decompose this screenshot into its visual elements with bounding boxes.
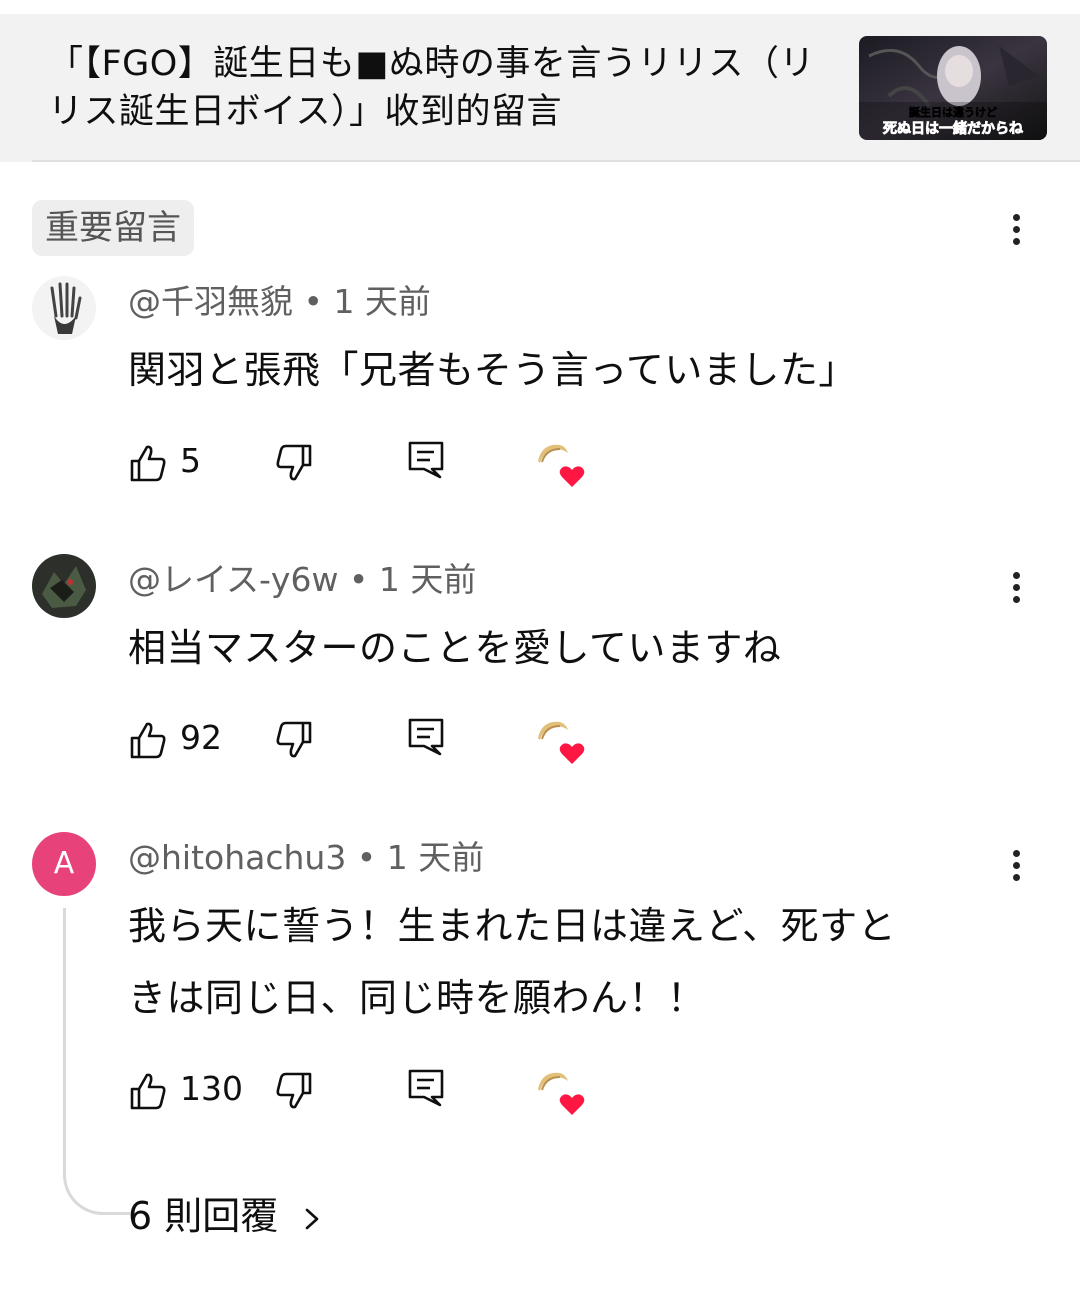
like-count: 5 <box>180 441 201 480</box>
comment-author[interactable]: @hitohachu3 • 1 天前 <box>128 836 484 880</box>
more-vert-icon[interactable] <box>996 834 1036 894</box>
thumbnail-caption-1: 誕生日は違うけど <box>909 105 997 119</box>
creator-heart-icon <box>538 721 585 764</box>
creator-heart-icon <box>538 444 585 487</box>
replies-label: 6 則回覆 <box>128 1194 279 1238</box>
like-icon[interactable] <box>128 720 168 760</box>
more-vert-icon[interactable] <box>996 198 1036 258</box>
more-vert-icon[interactable] <box>996 556 1036 616</box>
reply-icon[interactable] <box>406 439 446 479</box>
reply-icon[interactable] <box>406 716 446 756</box>
comment-text: 関羽と張飛「兄者もそう言っていました」 <box>128 348 857 392</box>
comment-author[interactable]: @千羽無貌 • 1 天前 <box>128 280 431 324</box>
avatar[interactable] <box>32 554 96 618</box>
header-divider <box>32 160 1080 162</box>
comment-actions: 5 <box>128 435 648 491</box>
video-thumbnail[interactable]: 誕生日は違うけど 死ぬ日は一緒だからね <box>859 36 1047 140</box>
dislike-icon[interactable] <box>274 443 314 483</box>
view-replies-button[interactable]: 6 則回覆 <box>128 1190 324 1242</box>
comment-author[interactable]: @レイス-y6w • 1 天前 <box>128 558 476 602</box>
chevron-right-icon <box>306 1208 319 1229</box>
video-title: 「【FGO】誕生日も■ぬ時の事を言うリリス（リリス誕生日ボイス）」收到的留言 <box>48 44 815 132</box>
like-count: 130 <box>180 1069 243 1108</box>
thumbnail-caption-2: 死ぬ日は一緒だからね <box>882 120 1023 137</box>
dislike-icon[interactable] <box>274 720 314 760</box>
thread-line <box>63 908 130 1215</box>
comment-text-line: きは同じ日、同じ時を願わん！！ <box>128 976 706 1020</box>
avatar[interactable]: A <box>32 832 96 896</box>
like-icon[interactable] <box>128 443 168 483</box>
like-icon[interactable] <box>128 1071 168 1111</box>
avatar-letter: A <box>53 846 75 881</box>
reply-icon[interactable] <box>406 1067 446 1107</box>
dislike-icon[interactable] <box>274 1071 314 1111</box>
comment-text: 我ら天に誓う！生まれた日は違えど、死すと きは同じ日、同じ時を願わん！！ <box>128 890 988 1034</box>
comment-actions: 92 <box>128 712 648 768</box>
important-comments-chip[interactable]: 重要留言 <box>32 200 194 256</box>
avatar[interactable] <box>32 276 96 340</box>
creator-heart-icon <box>538 1072 585 1115</box>
comment-text-line: 我ら天に誓う！生まれた日は違えど、死すと <box>128 904 897 948</box>
like-count: 92 <box>180 718 222 757</box>
video-header[interactable]: 「【FGO】誕生日も■ぬ時の事を言うリリス（リリス誕生日ボイス）」收到的留言 誕… <box>0 14 1080 162</box>
comment-text: 相当マスターのことを愛していますね <box>128 626 782 670</box>
comment-actions: 130 <box>128 1063 648 1119</box>
